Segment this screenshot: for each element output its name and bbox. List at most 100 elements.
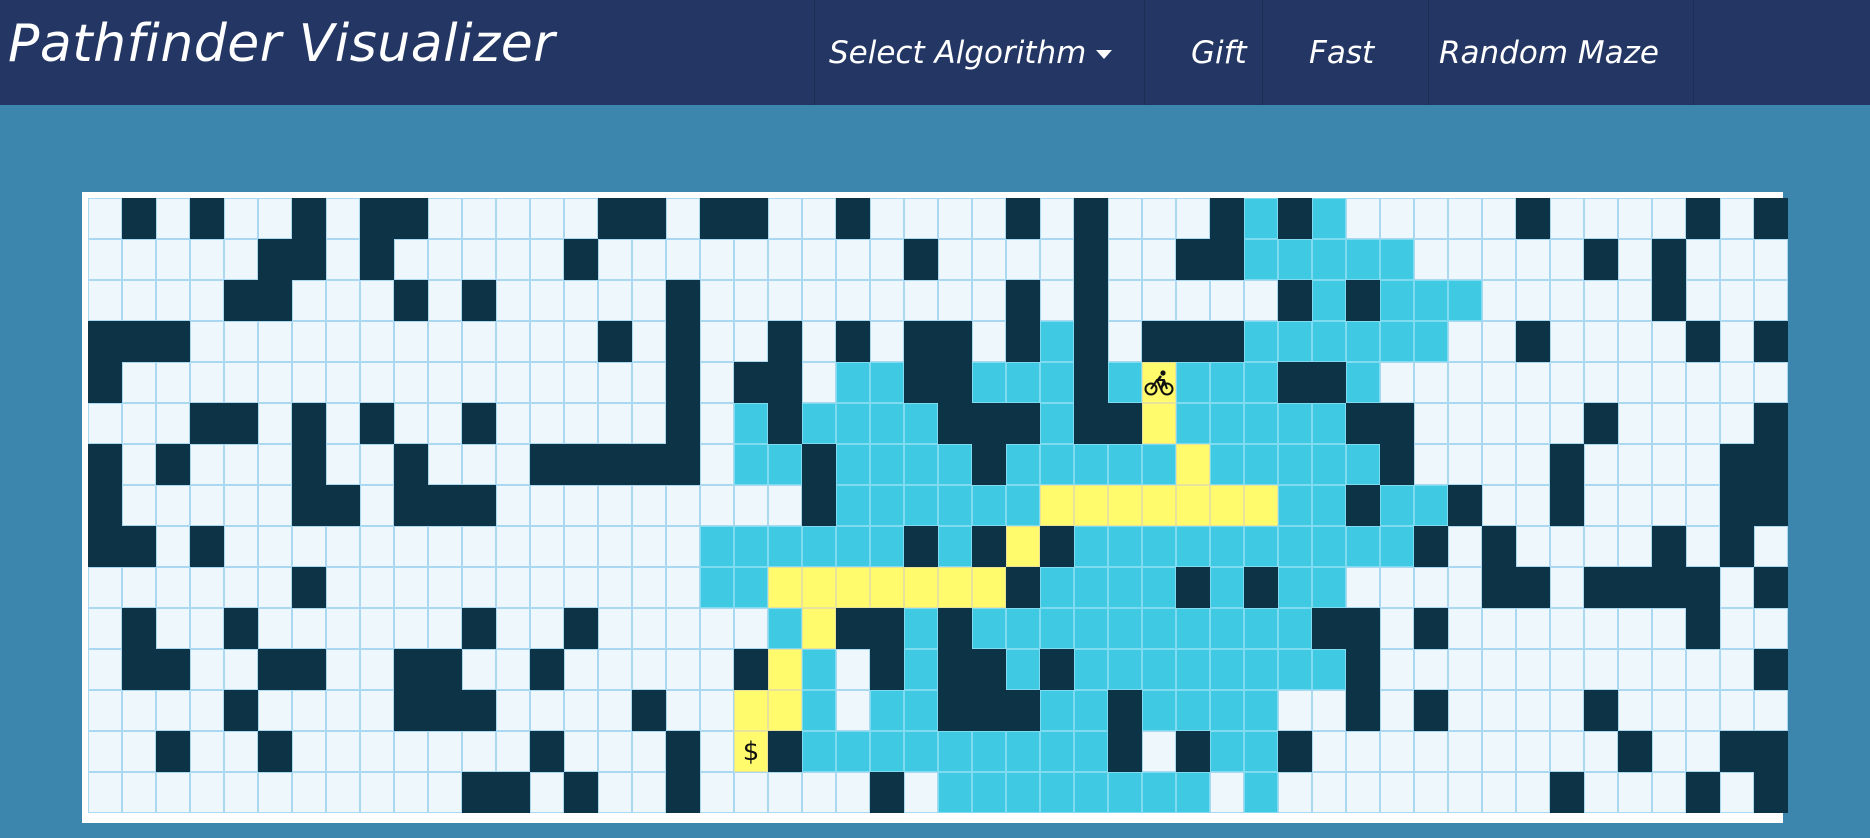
grid-cell[interactable]: [1720, 608, 1754, 649]
path-cell[interactable]: [972, 567, 1006, 608]
grid-cell[interactable]: [156, 526, 190, 567]
wall-cell[interactable]: [156, 321, 190, 362]
grid-cell[interactable]: [360, 280, 394, 321]
grid-cell[interactable]: [1414, 403, 1448, 444]
wall-cell[interactable]: [122, 321, 156, 362]
grid-cell[interactable]: [156, 567, 190, 608]
visited-cell[interactable]: [700, 526, 734, 567]
grid-cell[interactable]: [1448, 198, 1482, 239]
grid-cell[interactable]: [802, 321, 836, 362]
grid-cell[interactable]: [802, 239, 836, 280]
grid-cell[interactable]: [1380, 649, 1414, 690]
grid-cell[interactable]: [360, 362, 394, 403]
visited-cell[interactable]: [1108, 567, 1142, 608]
grid-cell[interactable]: [428, 362, 462, 403]
visited-cell[interactable]: [1210, 608, 1244, 649]
grid-cell[interactable]: [1754, 280, 1788, 321]
grid-cell[interactable]: [632, 731, 666, 772]
visited-cell[interactable]: [870, 444, 904, 485]
grid-cell[interactable]: [1482, 649, 1516, 690]
wall-cell[interactable]: [1346, 690, 1380, 731]
grid-cell[interactable]: [1278, 772, 1312, 813]
visited-cell[interactable]: [1380, 280, 1414, 321]
path-cell[interactable]: [1040, 485, 1074, 526]
grid-cell[interactable]: [190, 485, 224, 526]
wall-cell[interactable]: [530, 731, 564, 772]
grid-cell[interactable]: [462, 444, 496, 485]
wall-cell[interactable]: [530, 444, 564, 485]
visited-cell[interactable]: [1176, 403, 1210, 444]
visited-cell[interactable]: [1244, 608, 1278, 649]
grid-cell[interactable]: [258, 608, 292, 649]
grid-cell[interactable]: [1584, 198, 1618, 239]
grid-cell[interactable]: [1686, 239, 1720, 280]
wall-cell[interactable]: [836, 608, 870, 649]
app-title[interactable]: Pathfinder Visualizer: [8, 14, 555, 74]
grid-cell[interactable]: [666, 239, 700, 280]
wall-cell[interactable]: [258, 239, 292, 280]
wall-cell[interactable]: [156, 649, 190, 690]
wall-cell[interactable]: [870, 772, 904, 813]
grid-cell[interactable]: [1550, 280, 1584, 321]
grid-cell[interactable]: [88, 649, 122, 690]
grid-cell[interactable]: [1720, 403, 1754, 444]
grid-cell[interactable]: [462, 526, 496, 567]
visited-cell[interactable]: [1312, 444, 1346, 485]
grid-cell[interactable]: [938, 239, 972, 280]
visited-cell[interactable]: [1176, 608, 1210, 649]
grid-cell[interactable]: [326, 526, 360, 567]
wall-cell[interactable]: [1652, 526, 1686, 567]
grid-cell[interactable]: [360, 485, 394, 526]
path-cell[interactable]: [1108, 485, 1142, 526]
grid-cell[interactable]: [1346, 772, 1380, 813]
visited-cell[interactable]: [1210, 649, 1244, 690]
wall-cell[interactable]: [1176, 239, 1210, 280]
visited-cell[interactable]: [1040, 608, 1074, 649]
grid-cell[interactable]: [1414, 239, 1448, 280]
grid-cell[interactable]: [224, 485, 258, 526]
grid-cell[interactable]: [564, 321, 598, 362]
wall-cell[interactable]: [428, 485, 462, 526]
visited-cell[interactable]: [1006, 731, 1040, 772]
visited-cell[interactable]: [1312, 567, 1346, 608]
grid-cell[interactable]: [258, 362, 292, 403]
grid-cell[interactable]: [1482, 608, 1516, 649]
visited-cell[interactable]: [1074, 526, 1108, 567]
grid-cell[interactable]: [1210, 772, 1244, 813]
grid-cell[interactable]: [394, 567, 428, 608]
grid-cell[interactable]: [88, 567, 122, 608]
visited-cell[interactable]: [870, 362, 904, 403]
wall-cell[interactable]: [1754, 198, 1788, 239]
grid-cell[interactable]: [258, 567, 292, 608]
grid-cell[interactable]: [700, 649, 734, 690]
grid-cell[interactable]: [394, 403, 428, 444]
wall-cell[interactable]: [1380, 444, 1414, 485]
grid-cell[interactable]: [190, 567, 224, 608]
grid-cell[interactable]: [666, 690, 700, 731]
grid-cell[interactable]: [530, 321, 564, 362]
grid-cell[interactable]: [1142, 239, 1176, 280]
grid-cell[interactable]: [598, 280, 632, 321]
grid-cell[interactable]: [1414, 649, 1448, 690]
path-cell[interactable]: [734, 690, 768, 731]
grid-cell[interactable]: [598, 608, 632, 649]
grid-cell[interactable]: [734, 485, 768, 526]
grid-cell[interactable]: [156, 485, 190, 526]
wall-cell[interactable]: [836, 321, 870, 362]
grid-cell[interactable]: [632, 772, 666, 813]
wall-cell[interactable]: [666, 403, 700, 444]
grid-cell[interactable]: [700, 239, 734, 280]
grid-cell[interactable]: [292, 690, 326, 731]
visited-cell[interactable]: [1006, 362, 1040, 403]
wall-cell[interactable]: [462, 403, 496, 444]
wall-cell[interactable]: [1516, 198, 1550, 239]
grid-cell[interactable]: [1210, 280, 1244, 321]
grid-cell[interactable]: [122, 403, 156, 444]
target-node-cell[interactable]: $: [734, 731, 768, 772]
grid-cell[interactable]: [326, 649, 360, 690]
path-cell[interactable]: [1210, 485, 1244, 526]
visited-cell[interactable]: [972, 362, 1006, 403]
wall-cell[interactable]: [802, 444, 836, 485]
grid-cell[interactable]: [1380, 772, 1414, 813]
wall-cell[interactable]: [1040, 649, 1074, 690]
